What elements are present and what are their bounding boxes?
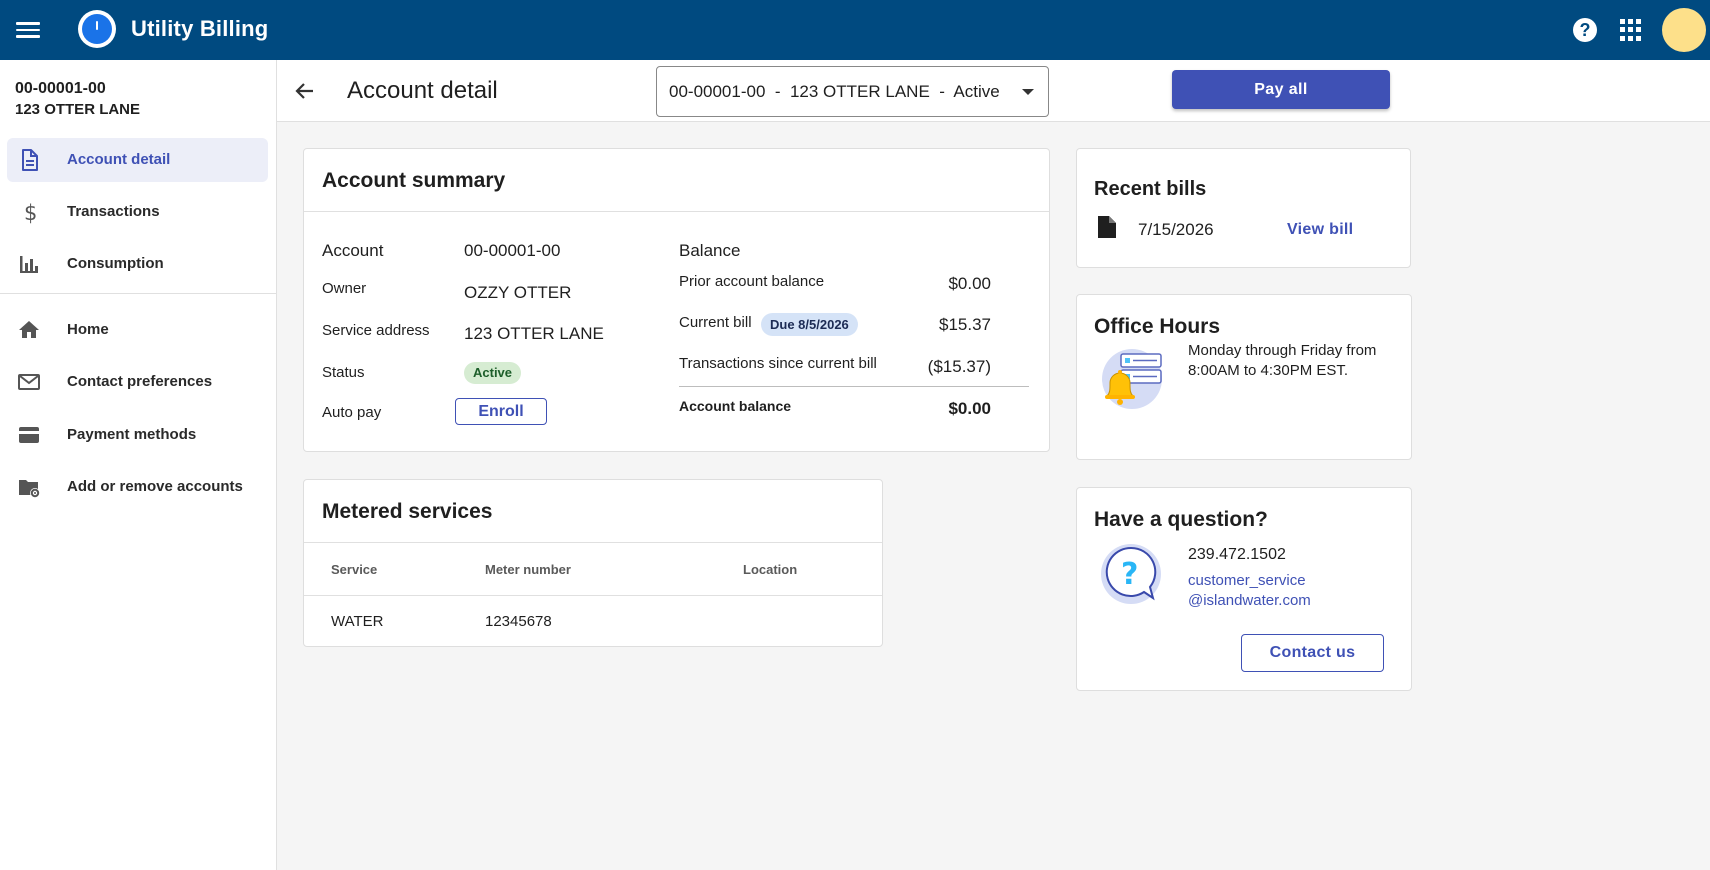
account-select[interactable]: 00-00001-00 - 123 OTTER LANE - Active [656, 66, 1049, 117]
document-icon [1098, 216, 1116, 238]
sidebar-item-label: Account detail [67, 151, 171, 168]
office-hours-card: Office Hours Monday through Friday from … [1076, 294, 1412, 460]
column-header-service: Service [331, 562, 378, 577]
table-divider [304, 595, 882, 596]
metered-services-title: Metered services [322, 500, 493, 523]
folder-settings-icon [19, 480, 40, 498]
question-title: Have a question? [1094, 508, 1268, 531]
auto-pay-label: Auto pay [322, 404, 382, 421]
recent-bills-card: Recent bills 7/15/2026 View bill [1076, 148, 1411, 268]
service-address-label: Service address [322, 322, 430, 339]
office-hours-title: Office Hours [1094, 315, 1221, 338]
svg-text:$: $ [24, 201, 37, 224]
chevron-down-icon [1022, 89, 1034, 95]
account-summary-card: Account summary Account 00-00001-00 Owne… [303, 148, 1050, 452]
svg-text:?: ? [1121, 557, 1138, 592]
sidebar-account-number: 00-00001-00 [15, 80, 106, 97]
sidebar-item-consumption[interactable]: Consumption [7, 242, 268, 286]
sidebar-item-label: Payment methods [67, 426, 197, 443]
credit-card-icon [19, 427, 39, 443]
bar-chart-icon [20, 256, 38, 273]
due-date-badge: Due 8/5/2026 [761, 313, 858, 336]
account-label: Account [322, 241, 384, 260]
sidebar-account-address: 123 OTTER LANE [15, 101, 141, 118]
status-label: Status [322, 364, 365, 381]
transactions-since-label: Transactions since current bill [679, 355, 877, 372]
account-balance-label: Account balance [679, 398, 792, 414]
account-balance-value: $0.00 [948, 399, 991, 418]
column-header-meter-number: Meter number [485, 562, 571, 577]
current-bill-label: Current bill [679, 314, 752, 331]
page-header: Account detail 00-00001-00 - 123 OTTER L… [277, 60, 1710, 122]
app-title: Utility Billing [131, 16, 269, 41]
transactions-since-value: ($15.37) [927, 357, 991, 376]
column-header-location: Location [743, 562, 798, 577]
sidebar-item-contact-preferences[interactable]: Contact preferences [7, 360, 268, 404]
question-bubble-icon: ? [1101, 544, 1161, 604]
service-cell: WATER [331, 613, 384, 630]
owner-value: OZZY OTTER [464, 283, 572, 302]
view-bill-link[interactable]: View bill [1287, 221, 1353, 239]
bell-icon [1102, 349, 1162, 409]
office-hours-text: Monday through Friday from 8:00AM to 4:3… [1188, 342, 1377, 379]
card-divider [304, 542, 882, 543]
back-arrow-icon[interactable] [293, 79, 317, 103]
menu-icon[interactable] [16, 18, 40, 42]
sidebar-item-add-remove-accounts[interactable]: Add or remove accounts [7, 465, 268, 509]
sidebar-divider [0, 293, 277, 294]
service-address-value: 123 OTTER LANE [464, 324, 604, 343]
account-select-value: 00-00001-00 - 123 OTTER LANE - Active [669, 82, 1000, 101]
account-value: 00-00001-00 [464, 241, 561, 260]
balance-divider [679, 386, 1029, 387]
app-top-bar: Utility Billing ? [0, 0, 1710, 60]
sidebar-item-transactions[interactable]: $ Transactions [7, 190, 268, 234]
dollar-icon: $ [24, 201, 37, 224]
recent-bills-title: Recent bills [1094, 178, 1207, 200]
balance-heading: Balance [679, 241, 741, 260]
mail-icon [18, 374, 40, 390]
sidebar-item-payment-methods[interactable]: Payment methods [7, 413, 268, 457]
prior-balance-label: Prior account balance [679, 273, 825, 290]
status-badge: Active [464, 362, 522, 384]
metered-services-card: Metered services Service Meter number Lo… [303, 479, 883, 647]
contact-us-button[interactable]: Contact us [1241, 634, 1384, 672]
sidebar: 00-00001-00 123 OTTER LANE Account detai… [0, 60, 277, 870]
sidebar-item-home[interactable]: Home [7, 308, 268, 352]
sidebar-item-label: Transactions [67, 203, 160, 220]
home-icon [19, 321, 39, 338]
account-summary-title: Account summary [322, 169, 506, 192]
current-bill-value: $15.37 [939, 315, 991, 334]
card-divider [304, 211, 1049, 212]
sidebar-item-label: Home [67, 321, 109, 338]
sidebar-item-label: Consumption [67, 255, 164, 272]
prior-balance-value: $0.00 [948, 274, 991, 293]
phone-number: 239.472.1502 [1188, 546, 1286, 563]
owner-label: Owner [322, 280, 367, 297]
sidebar-item-account-detail[interactable]: Account detail [7, 138, 268, 182]
help-icon[interactable]: ? [1573, 18, 1597, 42]
pay-all-button[interactable]: Pay all [1172, 70, 1390, 109]
email-line-1: customer_service [1188, 572, 1306, 589]
email-link[interactable]: customer_service @islandwater.com [1188, 571, 1338, 611]
avatar[interactable] [1662, 8, 1706, 52]
email-line-2: @islandwater.com [1188, 592, 1311, 609]
app-logo-icon [78, 10, 116, 48]
sidebar-item-label: Contact preferences [67, 373, 213, 390]
bill-date: 7/15/2026 [1138, 220, 1214, 239]
sidebar-item-label: Add or remove accounts [67, 478, 243, 495]
apps-grid-icon[interactable] [1620, 19, 1642, 41]
document-icon [22, 149, 38, 171]
enroll-button[interactable]: Enroll [455, 398, 547, 425]
question-card: Have a question? ? 239.472.1502 customer… [1076, 487, 1412, 691]
meter-number-cell: 12345678 [485, 613, 552, 630]
page-title: Account detail [347, 77, 498, 104]
